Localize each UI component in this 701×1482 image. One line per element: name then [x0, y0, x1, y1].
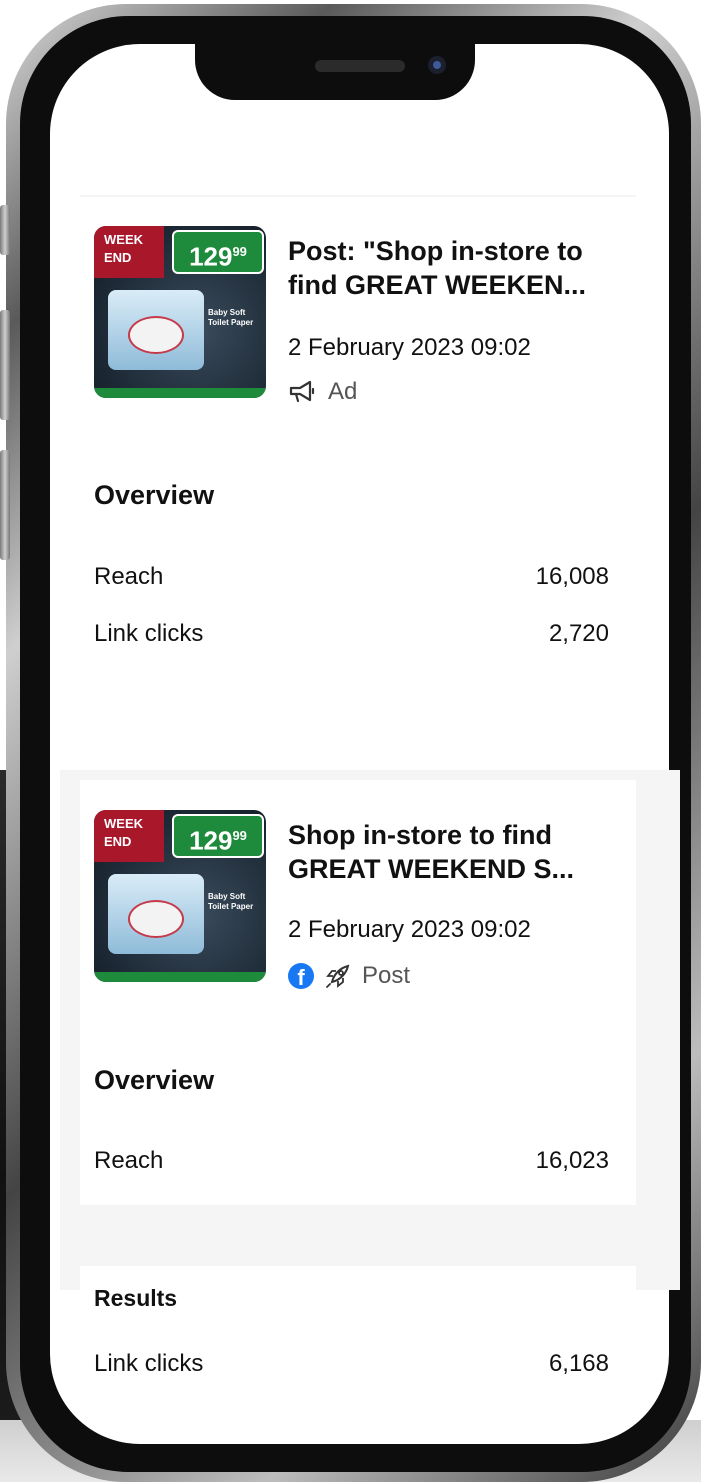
side-button-mute	[0, 205, 10, 255]
post-thumbnail[interactable]: WEEK END 12999 Baby Soft Toilet Paper	[94, 810, 266, 982]
facebook-icon: f	[288, 963, 314, 989]
post-date: 2 February 2023 09:02	[288, 334, 531, 361]
front-camera	[428, 56, 446, 74]
post-type: f Post	[288, 962, 410, 990]
metric-label-reach: Reach	[94, 1147, 164, 1174]
rocket-icon	[326, 964, 350, 988]
product-type: Toilet Paper	[208, 902, 254, 911]
price-badge: 12999	[172, 230, 264, 274]
post-type-label: Post	[362, 962, 411, 989]
metric-value-reach: 16,008	[535, 563, 609, 590]
speaker-grille	[315, 60, 405, 72]
promo-strip	[94, 972, 266, 982]
post-date: 2 February 2023 09:02	[288, 916, 531, 943]
product-desc: Baby Soft Toilet Paper	[208, 308, 253, 328]
post-type: Ad	[288, 378, 357, 406]
overview-heading: Overview	[94, 480, 215, 510]
results-heading: Results	[94, 1285, 178, 1311]
price-cents: 99	[232, 244, 247, 259]
metric-value-reach: 16,023	[535, 1147, 609, 1174]
overview-heading: Overview	[94, 1065, 215, 1095]
post-title[interactable]: Shop in-store to find GREAT WEEKEND S...	[288, 818, 628, 886]
phone-notch	[195, 38, 475, 100]
product-brand: Baby Soft	[208, 892, 246, 901]
price-cents: 99	[232, 828, 247, 843]
tag-week-text: WEEK	[104, 232, 143, 247]
megaphone-icon	[289, 380, 315, 403]
price-badge: 12999	[172, 814, 264, 858]
metric-label-link-clicks: Link clicks	[94, 620, 204, 647]
result-label-link-clicks: Link clicks	[94, 1350, 204, 1377]
week-end-tag: WEEK END	[94, 810, 164, 862]
post-type-label: Ad	[328, 378, 358, 405]
result-value-link-clicks: 6,168	[548, 1350, 609, 1377]
price-main: 129	[189, 241, 233, 272]
product-logo	[128, 316, 184, 354]
week-end-tag: WEEK END	[94, 226, 164, 278]
tag-end-text: END	[104, 250, 132, 265]
product-desc: Baby Soft Toilet Paper	[208, 892, 253, 912]
tag-week-text: WEEK	[104, 816, 143, 831]
metric-value-link-clicks: 2,720	[548, 620, 609, 647]
product-logo	[128, 900, 184, 938]
product-brand: Baby Soft	[208, 308, 246, 317]
promo-strip	[94, 388, 266, 398]
post-title[interactable]: Post: "Shop in-store to find GREAT WEEKE…	[288, 234, 628, 302]
product-type: Toilet Paper	[208, 318, 254, 327]
metric-label-reach: Reach	[94, 563, 164, 590]
post-thumbnail[interactable]: WEEK END 12999 Baby Soft Toilet Paper	[94, 226, 266, 398]
tag-end-text: END	[104, 834, 132, 849]
side-button-volume-down	[0, 450, 10, 560]
price-main: 129	[189, 825, 233, 856]
divider	[80, 195, 636, 197]
side-button-volume-up	[0, 310, 10, 420]
